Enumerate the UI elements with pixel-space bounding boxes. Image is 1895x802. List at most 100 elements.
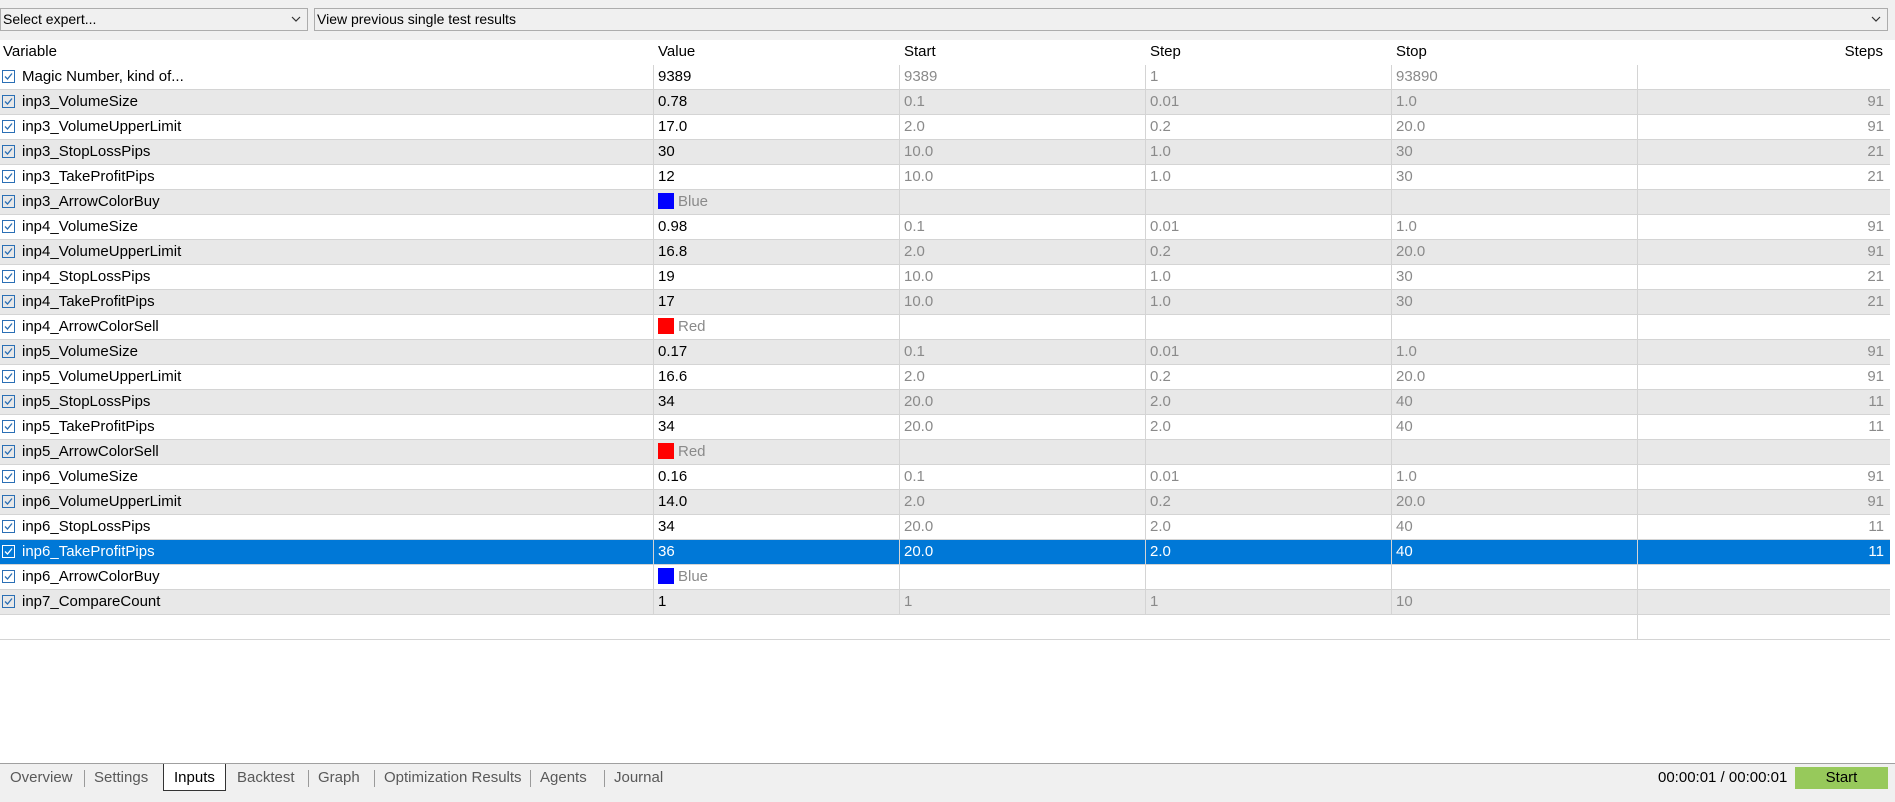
expert-select[interactable]: Select expert...: [0, 8, 308, 31]
cell-start[interactable]: 0.1: [899, 215, 1145, 239]
cell-value[interactable]: 36: [653, 540, 899, 564]
cell-value[interactable]: 16.8: [653, 240, 899, 264]
checkbox-checked-icon[interactable]: [2, 420, 15, 433]
checkbox-checked-icon[interactable]: [2, 120, 15, 133]
cell-start[interactable]: 10.0: [899, 265, 1145, 289]
checkbox-checked-icon[interactable]: [2, 570, 15, 583]
cell-step[interactable]: 2.0: [1145, 515, 1391, 539]
checkbox-checked-icon[interactable]: [2, 320, 15, 333]
cell-step[interactable]: 0.01: [1145, 465, 1391, 489]
cell-start[interactable]: [899, 440, 1145, 464]
cell-stop[interactable]: 20.0: [1391, 240, 1637, 264]
tab-overview[interactable]: Overview: [0, 764, 83, 792]
cell-stop[interactable]: 40: [1391, 390, 1637, 414]
cell-start[interactable]: 10.0: [899, 165, 1145, 189]
checkbox-checked-icon[interactable]: [2, 245, 15, 258]
table-row[interactable]: inp6_TakeProfitPips 36 20.0 2.0 40 11: [0, 540, 1890, 565]
cell-start[interactable]: 0.1: [899, 465, 1145, 489]
cell-stop[interactable]: 1.0: [1391, 340, 1637, 364]
table-row[interactable]: inp3_VolumeUpperLimit 17.0 2.0 0.2 20.0 91: [0, 115, 1890, 140]
cell-steps[interactable]: [1637, 315, 1890, 339]
cell-step[interactable]: 2.0: [1145, 415, 1391, 439]
checkbox-checked-icon[interactable]: [2, 220, 15, 233]
cell-value[interactable]: 1: [653, 590, 899, 614]
checkbox-checked-icon[interactable]: [2, 445, 15, 458]
cell-steps[interactable]: [1637, 190, 1890, 214]
table-row[interactable]: inp5_TakeProfitPips 34 20.0 2.0 40 11: [0, 415, 1890, 440]
cell-value[interactable]: 34: [653, 515, 899, 539]
checkbox-checked-icon[interactable]: [2, 345, 15, 358]
cell-start[interactable]: 2.0: [899, 115, 1145, 139]
table-row[interactable]: inp3_TakeProfitPips 12 10.0 1.0 30 21: [0, 165, 1890, 190]
checkbox-checked-icon[interactable]: [2, 520, 15, 533]
cell-stop[interactable]: 30: [1391, 140, 1637, 164]
cell-step[interactable]: [1145, 440, 1391, 464]
cell-steps[interactable]: 21: [1637, 140, 1890, 164]
cell-steps[interactable]: 91: [1637, 365, 1890, 389]
cell-start[interactable]: [899, 315, 1145, 339]
cell-stop[interactable]: 30: [1391, 265, 1637, 289]
cell-value[interactable]: 30: [653, 140, 899, 164]
checkbox-checked-icon[interactable]: [2, 195, 15, 208]
tab-inputs[interactable]: Inputs: [163, 764, 226, 791]
checkbox-checked-icon[interactable]: [2, 270, 15, 283]
cell-start[interactable]: 10.0: [899, 140, 1145, 164]
cell-start[interactable]: 0.1: [899, 340, 1145, 364]
table-row[interactable]: inp3_StopLossPips 30 10.0 1.0 30 21: [0, 140, 1890, 165]
cell-steps[interactable]: 91: [1637, 215, 1890, 239]
checkbox-checked-icon[interactable]: [2, 70, 15, 83]
cell-value[interactable]: Red: [653, 315, 899, 339]
view-results-select[interactable]: View previous single test results: [314, 8, 1888, 31]
cell-step[interactable]: 0.01: [1145, 90, 1391, 114]
table-row[interactable]: inp3_VolumeSize 0.78 0.1 0.01 1.0 91: [0, 90, 1890, 115]
checkbox-checked-icon[interactable]: [2, 95, 15, 108]
cell-start[interactable]: 20.0: [899, 390, 1145, 414]
cell-stop[interactable]: 1.0: [1391, 90, 1637, 114]
cell-value[interactable]: Blue: [653, 565, 899, 589]
table-row[interactable]: inp6_VolumeSize 0.16 0.1 0.01 1.0 91: [0, 465, 1890, 490]
cell-step[interactable]: 2.0: [1145, 540, 1391, 564]
cell-start[interactable]: 2.0: [899, 365, 1145, 389]
cell-value[interactable]: Red: [653, 440, 899, 464]
table-row[interactable]: inp4_TakeProfitPips 17 10.0 1.0 30 21: [0, 290, 1890, 315]
cell-start[interactable]: 20.0: [899, 415, 1145, 439]
cell-value[interactable]: 19: [653, 265, 899, 289]
cell-steps[interactable]: 11: [1637, 415, 1890, 439]
table-row[interactable]: inp6_VolumeUpperLimit 14.0 2.0 0.2 20.0 91: [0, 490, 1890, 515]
cell-steps[interactable]: 91: [1637, 465, 1890, 489]
cell-step[interactable]: 1: [1145, 65, 1391, 89]
tab-journal[interactable]: Journal: [604, 764, 673, 792]
tab-settings[interactable]: Settings: [84, 764, 158, 792]
cell-step[interactable]: 0.2: [1145, 240, 1391, 264]
cell-stop[interactable]: 40: [1391, 540, 1637, 564]
cell-stop[interactable]: [1391, 190, 1637, 214]
cell-step[interactable]: 0.01: [1145, 215, 1391, 239]
cell-step[interactable]: 0.01: [1145, 340, 1391, 364]
table-row[interactable]: inp5_StopLossPips 34 20.0 2.0 40 11: [0, 390, 1890, 415]
cell-start[interactable]: [899, 190, 1145, 214]
cell-value[interactable]: 0.16: [653, 465, 899, 489]
cell-value[interactable]: 9389: [653, 65, 899, 89]
cell-stop[interactable]: 40: [1391, 515, 1637, 539]
cell-steps[interactable]: 91: [1637, 340, 1890, 364]
cell-steps[interactable]: 21: [1637, 265, 1890, 289]
column-header-stop[interactable]: Stop: [1396, 40, 1427, 65]
cell-steps[interactable]: 21: [1637, 165, 1890, 189]
column-header-start[interactable]: Start: [904, 40, 936, 65]
table-row[interactable]: inp5_VolumeSize 0.17 0.1 0.01 1.0 91: [0, 340, 1890, 365]
checkbox-checked-icon[interactable]: [2, 545, 15, 558]
cell-value[interactable]: 0.17: [653, 340, 899, 364]
table-row[interactable]: inp5_ArrowColorSell Red: [0, 440, 1890, 465]
table-row[interactable]: inp4_ArrowColorSell Red: [0, 315, 1890, 340]
tab-graph[interactable]: Graph: [308, 764, 370, 792]
cell-steps[interactable]: [1637, 65, 1890, 89]
cell-steps[interactable]: 91: [1637, 490, 1890, 514]
checkbox-checked-icon[interactable]: [2, 295, 15, 308]
cell-value[interactable]: 34: [653, 415, 899, 439]
cell-steps[interactable]: 11: [1637, 540, 1890, 564]
column-header-value[interactable]: Value: [658, 40, 695, 65]
cell-start[interactable]: 0.1: [899, 90, 1145, 114]
cell-step[interactable]: 2.0: [1145, 390, 1391, 414]
cell-stop[interactable]: [1391, 565, 1637, 589]
start-button[interactable]: Start: [1795, 767, 1888, 789]
